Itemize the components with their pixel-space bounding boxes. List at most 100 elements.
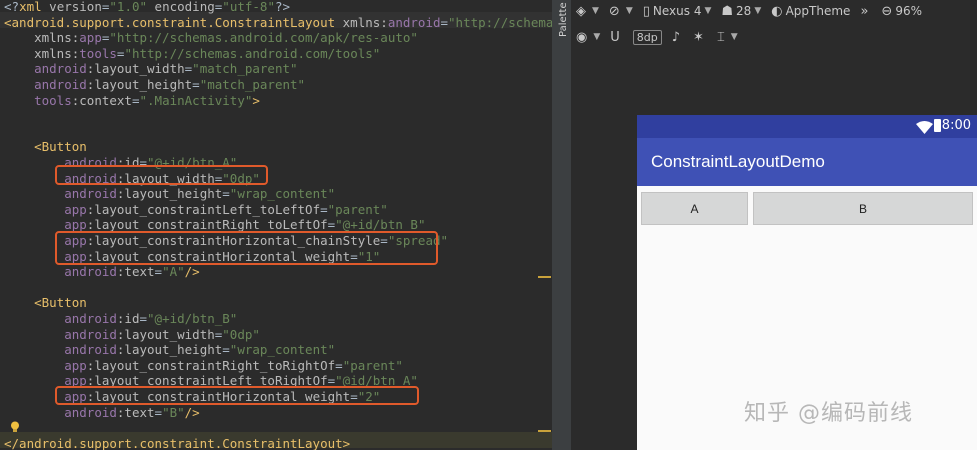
code-token: "http://schemas.android.com/apk/res-auto… (109, 30, 418, 46)
code-token: tools (79, 45, 117, 61)
design-toolbar-top: ◈ ▼ ⊘ ▼ ▯ Nexus 4 ▼ ☗ 28 ▼ ◐ AppTheme » ⊖ 96… (571, 0, 977, 22)
code-line[interactable]: <android.support.constraint.ConstraintLa… (4, 15, 552, 30)
app-title: ConstraintLayoutDemo (651, 152, 825, 171)
code-line[interactable]: <Button (4, 139, 87, 154)
code-token: xml (19, 0, 50, 14)
button-b[interactable]: B (753, 192, 973, 225)
gutter-warning-marker[interactable] (538, 276, 551, 278)
code-line[interactable]: android:text="A"/> (4, 264, 200, 279)
api-dropdown[interactable]: ☗ 28 ▼ (721, 4, 761, 19)
clear-constraints-button[interactable]: ♪ (672, 30, 683, 45)
code-token: = (320, 201, 328, 217)
code-token: = (131, 92, 140, 108)
code-token: = (335, 357, 343, 373)
view-options-dropdown[interactable]: ◉ ▼ (576, 30, 600, 45)
code-line[interactable]: <Button (4, 295, 87, 310)
code-line[interactable]: </android.support.constraint.ConstraintL… (4, 436, 350, 450)
code-line[interactable]: xmlns:tools="http://schemas.android.com/… (4, 46, 380, 61)
code-token: = (154, 404, 163, 420)
code-token: <Button (34, 139, 87, 155)
align-icon: ⌶ (716, 29, 725, 45)
highlight-box-weight (55, 386, 419, 405)
watermark: 知乎 @编码前线 (744, 401, 913, 426)
palette-panel[interactable]: Palette (556, 0, 572, 450)
code-line[interactable]: android:layout_height="wrap_content" (4, 186, 335, 201)
status-bar: 8:00 (637, 115, 977, 138)
code-token: :layout_height (86, 77, 193, 92)
code-line[interactable]: android:layout_height="match_parent" (4, 77, 305, 92)
code-token: android (34, 77, 87, 92)
code-token: :layout_height (116, 186, 223, 202)
code-line[interactable]: android:layout_width="match_parent" (4, 61, 297, 77)
lightbulb-icon[interactable] (10, 418, 20, 432)
chevron-down-icon: ▼ (754, 6, 762, 16)
code-token: :layout_width (116, 326, 215, 342)
chevron-down-icon: ▼ (593, 32, 601, 42)
code-line[interactable]: tools:context=".MainActivity"> (4, 93, 260, 108)
eye-icon: ◉ (576, 29, 588, 45)
device-dropdown[interactable]: ▯ Nexus 4 ▼ (643, 4, 712, 19)
code-token: android (34, 61, 87, 77)
code-token: = (440, 14, 449, 30)
highlight-box-chain (55, 231, 438, 265)
code-token: = (222, 342, 230, 358)
wifi-icon (916, 119, 933, 138)
code-token: android (64, 264, 117, 280)
code-token: app (79, 30, 102, 46)
code-line[interactable]: android:text="B"/> (4, 405, 200, 420)
magic-wand-icon: ✶ (693, 29, 704, 45)
default-margin-dropdown[interactable]: 8dp (632, 29, 662, 45)
code-token: </android.support.constraint.ConstraintL… (4, 435, 351, 450)
code-token: = (222, 186, 230, 202)
code-line[interactable]: app:layout_constraintLeft_toLeftOf="pare… (4, 202, 388, 217)
code-line[interactable]: app:layout_constraintRight_toRightOf="pa… (4, 358, 403, 373)
code-token: "http://schemas.android.com/tools" (124, 45, 381, 61)
design-toolbar-bottom: ◉ ▼ Ս 8dp ♪ ✶ ⌶ ▼ (571, 26, 977, 48)
code-token: = (154, 264, 163, 280)
guidelines-dropdown[interactable]: ⌶ ▼ (717, 30, 738, 45)
theme-dropdown[interactable]: ◐ AppTheme (771, 4, 850, 19)
android-icon: ☗ (721, 3, 734, 19)
code-token: = (139, 311, 148, 326)
code-token: "1.0" (109, 0, 155, 14)
code-line[interactable]: android:layout_width="0dp" (4, 327, 260, 342)
code-line[interactable]: android:layout_height="wrap_content" (4, 342, 335, 357)
code-token: xmlns: (342, 14, 388, 30)
gutter-warning-marker[interactable] (538, 430, 551, 432)
code-token: :id (116, 311, 140, 326)
rotate-icon: ⊘ (608, 3, 620, 19)
palette-label[interactable]: Palette (556, 0, 571, 40)
code-token: "http://schemas. (448, 14, 552, 30)
layers-dropdown[interactable]: ◈ ▼ (576, 4, 599, 19)
code-token: android (64, 342, 117, 358)
code-line[interactable]: <?xml version="1.0" encoding="utf-8"?> (4, 0, 290, 14)
code-token: ?> (274, 0, 291, 14)
code-token: <android.support.constraint.ConstraintLa… (4, 14, 343, 30)
status-clock: 8:00 (941, 118, 971, 133)
code-token: "parent" (342, 357, 403, 373)
code-editor[interactable]: <?xml version="1.0" encoding="utf-8"?> <a… (0, 0, 552, 450)
code-token: version (49, 0, 102, 14)
zoom-out-icon: ⊖ (881, 3, 893, 19)
zoom-label: 96% (895, 4, 922, 18)
button-a[interactable]: A (641, 192, 748, 225)
code-line[interactable]: android:id="@+id/btn_B" (4, 311, 237, 326)
zoom-control[interactable]: ⊖ 96% (881, 4, 922, 19)
autoconnect-toggle[interactable]: Ս (610, 30, 623, 45)
code-token: > (252, 92, 260, 108)
overflow-button[interactable]: » (860, 4, 871, 19)
code-token: "B" (162, 404, 185, 420)
code-token: "A" (162, 264, 185, 280)
code-token: xmlns: (34, 30, 80, 46)
code-token: app (64, 201, 87, 217)
infer-constraints-button[interactable]: ✶ (693, 30, 707, 45)
orientation-dropdown[interactable]: ⊘ ▼ (609, 4, 633, 19)
code-line[interactable]: xmlns:app="http://schemas.android.com/ap… (4, 30, 418, 45)
